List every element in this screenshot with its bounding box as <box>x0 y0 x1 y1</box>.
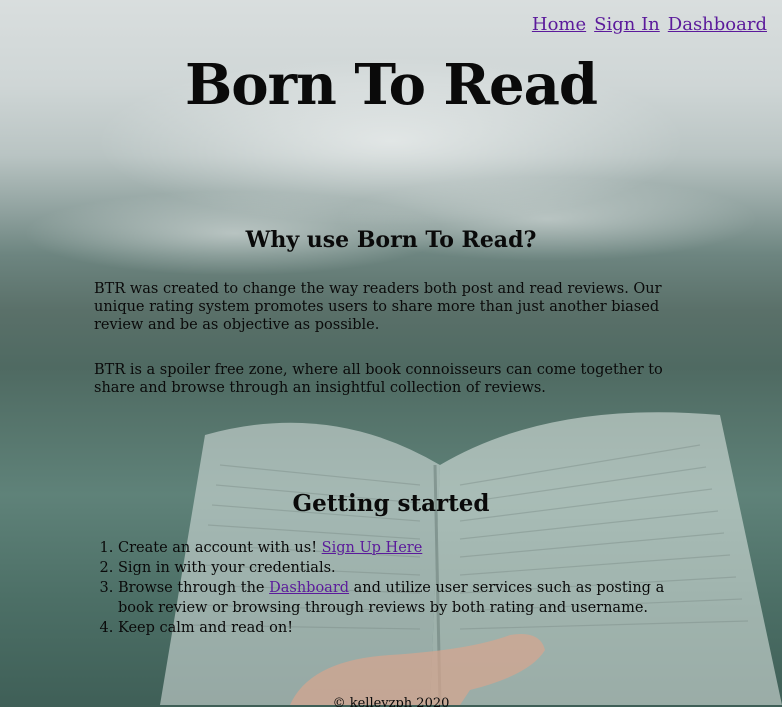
page-title: Born To Read <box>184 52 598 118</box>
step-text: Keep calm and read on! <box>118 620 294 636</box>
step-text: Sign in with your credentials. <box>118 560 336 576</box>
step-item: Create an account with us! Sign Up Here <box>118 538 678 558</box>
nav-dashboard-link[interactable]: Dashboard <box>668 14 767 35</box>
why-paragraph-1: BTR was created to change the way reader… <box>94 281 662 333</box>
dashboard-link[interactable]: Dashboard <box>269 580 349 596</box>
step-text-prefix: Browse through the <box>118 580 270 596</box>
sign-up-link[interactable]: Sign Up Here <box>322 540 423 556</box>
why-paragraph-2: BTR is a spoiler free zone, where all bo… <box>94 362 663 396</box>
footer-copyright: © kelleyzph 2020 <box>332 696 450 707</box>
nav-sign-in-link[interactable]: Sign In <box>594 14 660 35</box>
getting-started-heading: Getting started <box>292 490 490 517</box>
getting-started-steps: Create an account with us! Sign Up Here … <box>94 538 678 638</box>
nav-home-link[interactable]: Home <box>532 14 586 35</box>
why-section-heading: Why use Born To Read? <box>245 227 537 253</box>
step-item: Sign in with your credentials. <box>118 558 678 578</box>
step-text: Create an account with us! <box>118 540 322 556</box>
step-item: Browse through the Dashboard and utilize… <box>118 578 678 618</box>
top-nav: Home Sign In Dashboard <box>532 14 767 35</box>
step-item: Keep calm and read on! <box>118 618 678 638</box>
